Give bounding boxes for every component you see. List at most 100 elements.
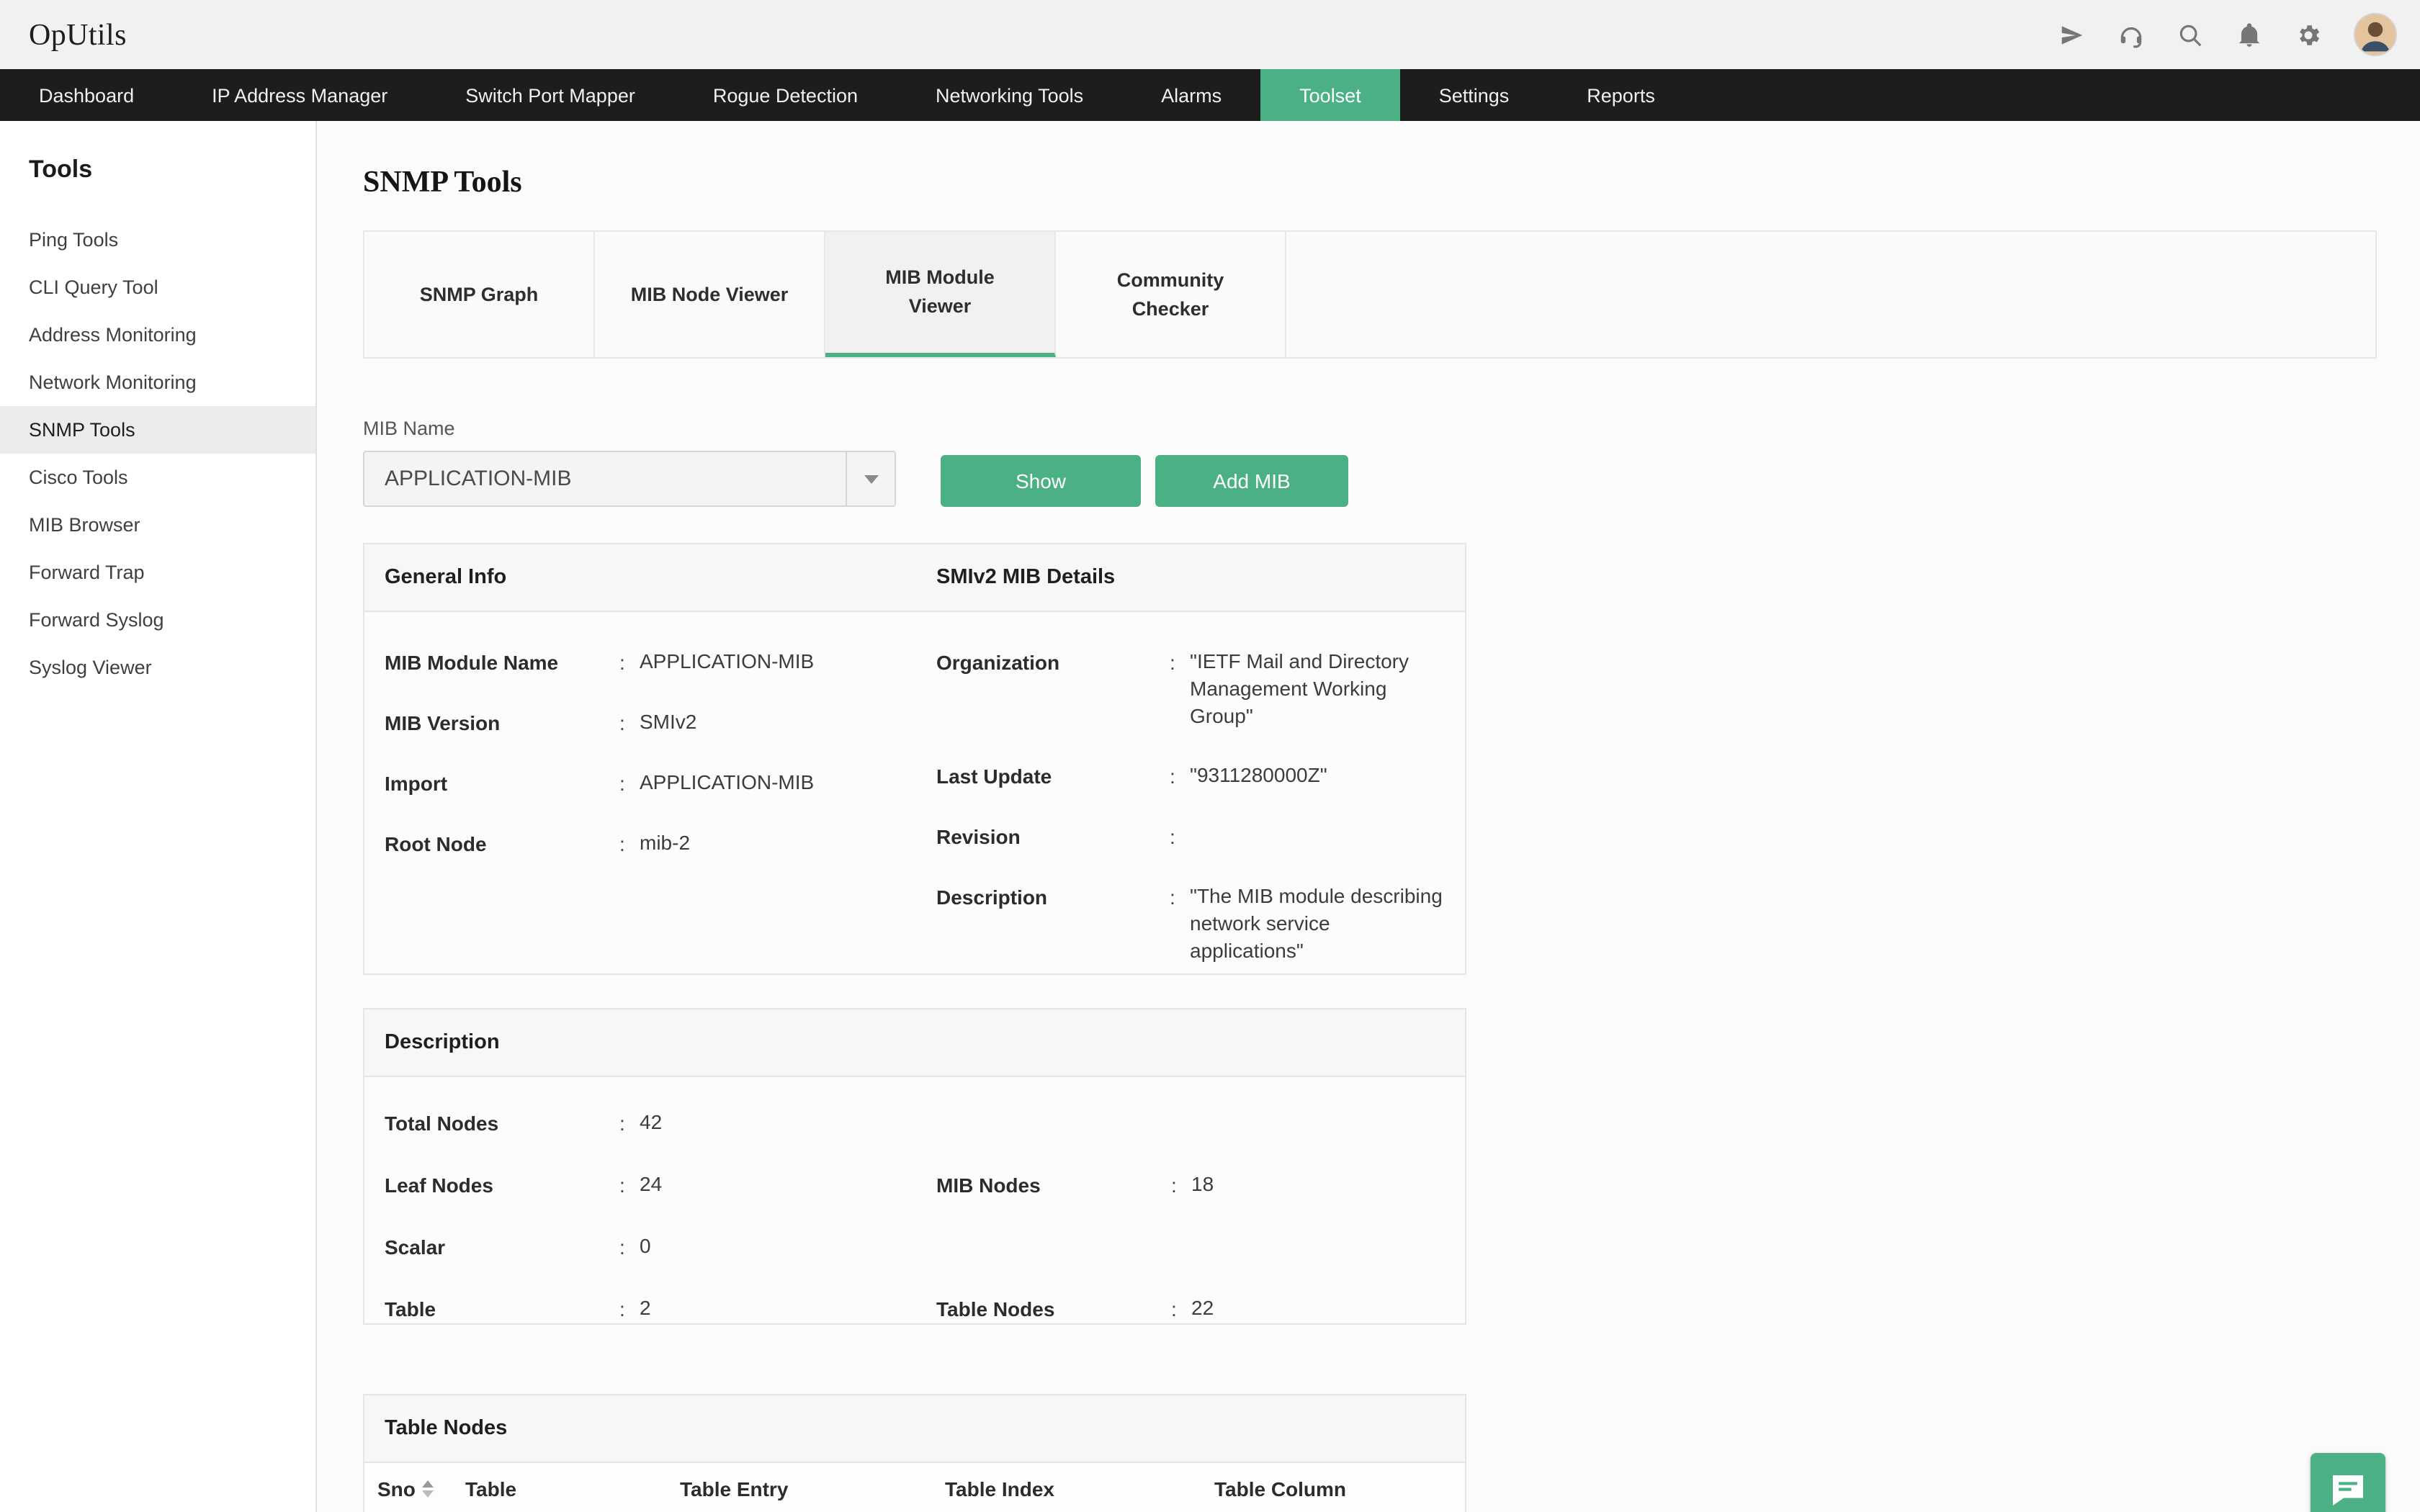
info-label: Root Node <box>385 829 619 858</box>
info-value: 24 <box>640 1171 936 1200</box>
info-label: Total Nodes <box>385 1109 619 1138</box>
sidebar-item-forward-syslog[interactable]: Forward Syslog <box>0 596 315 644</box>
sidebar-item-network-monitoring[interactable]: Network Monitoring <box>0 359 315 406</box>
sidebar-item-mib-browser[interactable]: MIB Browser <box>0 501 315 549</box>
table-nodes-column-headers: Sno Table Table Entry Table Index Table … <box>364 1463 1465 1512</box>
tools-sidebar: Tools Ping Tools CLI Query Tool Address … <box>0 121 317 1512</box>
tab-snmp-graph[interactable]: SNMP Graph <box>364 232 595 357</box>
info-value <box>1190 822 1445 851</box>
mib-name-select[interactable]: APPLICATION-MIB <box>363 451 896 507</box>
info-value: SMIv2 <box>640 708 936 737</box>
app-window: OpUtils <box>0 0 2420 1512</box>
nav-item-dashboard[interactable]: Dashboard <box>0 69 173 121</box>
layout: Tools Ping Tools CLI Query Tool Address … <box>0 121 2420 1512</box>
colon: : <box>1171 1171 1191 1200</box>
sidebar-item-cli-query-tool[interactable]: CLI Query Tool <box>0 264 315 311</box>
avatar[interactable] <box>2354 13 2397 56</box>
nav-item-ip-address-manager[interactable]: IP Address Manager <box>173 69 426 121</box>
nav-item-alarms[interactable]: Alarms <box>1122 69 1260 121</box>
mib-name-selected-value: APPLICATION-MIB <box>364 452 846 505</box>
desc-row-scalar: Scalar : 0 <box>364 1233 1465 1261</box>
info-label: Leaf Nodes <box>385 1171 619 1200</box>
general-info-panel: General Info SMIv2 MIB Details MIB Modul… <box>363 543 1466 975</box>
colon: : <box>619 1171 640 1200</box>
info-row-mib-module-name: MIB Module Name : APPLICATION-MIB <box>385 648 936 677</box>
colon: : <box>619 648 640 677</box>
general-info-header: General Info SMIv2 MIB Details <box>364 544 1465 612</box>
info-row-revision: Revision : <box>936 822 1445 851</box>
sidebar-item-snmp-tools[interactable]: SNMP Tools <box>0 406 315 454</box>
colon: : <box>619 1233 640 1261</box>
chevron-down-icon[interactable] <box>846 452 895 505</box>
info-row-organization: Organization : "IETF Mail and Directory … <box>936 648 1445 730</box>
info-value: "9311280000Z" <box>1190 762 1445 791</box>
nav-item-settings[interactable]: Settings <box>1400 69 1549 121</box>
column-header-table-index: Table Index <box>932 1477 1201 1500</box>
info-value: 42 <box>640 1109 936 1138</box>
table-nodes-header: Table Nodes <box>364 1395 1465 1463</box>
colon: : <box>619 1295 640 1323</box>
feedback-chat-button[interactable] <box>2311 1453 2385 1512</box>
general-info-column: MIB Module Name : APPLICATION-MIB MIB Ve… <box>364 648 936 975</box>
smiv2-details-column: Organization : "IETF Mail and Directory … <box>936 648 1465 975</box>
description-panel: Description Total Nodes : 42 Leaf Nodes <box>363 1008 1466 1325</box>
chat-icon <box>2328 1470 2368 1511</box>
mib-form-row: APPLICATION-MIB Show Add MIB <box>363 451 2420 507</box>
nav-item-networking-tools[interactable]: Networking Tools <box>897 69 1122 121</box>
sidebar-item-address-monitoring[interactable]: Address Monitoring <box>0 311 315 359</box>
info-label: Scalar <box>385 1233 619 1261</box>
topbar-actions <box>2058 13 2397 56</box>
info-label: Import <box>385 769 619 798</box>
colon: : <box>1170 648 1190 730</box>
info-row-last-update: Last Update : "9311280000Z" <box>936 762 1445 791</box>
show-button[interactable]: Show <box>941 455 1141 507</box>
sidebar-item-forward-trap[interactable]: Forward Trap <box>0 549 315 596</box>
description-title: Description <box>364 1031 936 1054</box>
info-value: APPLICATION-MIB <box>640 648 936 677</box>
info-label: MIB Nodes <box>936 1171 1171 1200</box>
info-row-mib-version: MIB Version : SMIv2 <box>385 708 936 737</box>
column-header-table: Table <box>452 1477 667 1500</box>
info-value: 22 <box>1191 1295 1445 1323</box>
tab-community-checker[interactable]: Community Checker <box>1056 232 1286 357</box>
sidebar-item-syslog-viewer[interactable]: Syslog Viewer <box>0 644 315 691</box>
nav-item-reports[interactable]: Reports <box>1548 69 1694 121</box>
sidebar-title: Tools <box>0 156 315 184</box>
info-value: "The MIB module describing network servi… <box>1190 883 1445 965</box>
nav-item-toolset[interactable]: Toolset <box>1260 69 1400 121</box>
info-value: 2 <box>640 1295 936 1323</box>
sidebar-item-cisco-tools[interactable]: Cisco Tools <box>0 454 315 501</box>
sort-icon[interactable] <box>423 1480 434 1498</box>
desc-row-table-nodes: Table : 2 Table Nodes : 22 <box>364 1295 1465 1323</box>
tab-mib-module-viewer[interactable]: MIB Module Viewer <box>825 232 1056 357</box>
nav-item-rogue-detection[interactable]: Rogue Detection <box>674 69 897 121</box>
description-header: Description <box>364 1009 1465 1077</box>
column-header-sno[interactable]: Sno <box>364 1477 452 1500</box>
description-body: Total Nodes : 42 Leaf Nodes : 24 MIB Nod… <box>364 1077 1465 1323</box>
mib-name-label: MIB Name <box>363 416 2420 442</box>
paper-plane-icon[interactable] <box>2058 21 2086 48</box>
info-value: 0 <box>640 1233 936 1261</box>
gear-icon[interactable] <box>2295 21 2322 48</box>
nav-item-switch-port-mapper[interactable]: Switch Port Mapper <box>426 69 674 121</box>
info-value: mib-2 <box>640 829 936 858</box>
column-header-table-entry: Table Entry <box>667 1477 932 1500</box>
info-label: Last Update <box>936 762 1170 791</box>
info-value: "IETF Mail and Directory Management Work… <box>1190 648 1445 730</box>
tab-mib-node-viewer[interactable]: MIB Node Viewer <box>595 232 825 357</box>
info-label: Table <box>385 1295 619 1323</box>
headset-icon[interactable] <box>2118 21 2145 48</box>
search-icon[interactable] <box>2177 21 2204 48</box>
add-mib-button[interactable]: Add MIB <box>1155 455 1348 507</box>
info-row-import: Import : APPLICATION-MIB <box>385 769 936 798</box>
smiv2-details-title: SMIv2 MIB Details <box>936 566 1115 589</box>
colon: : <box>619 829 640 858</box>
general-info-title: General Info <box>364 566 936 589</box>
snmp-tool-tabs: SNMP Graph MIB Node Viewer MIB Module Vi… <box>363 230 2377 359</box>
colon: : <box>619 708 640 737</box>
bell-icon[interactable] <box>2236 21 2263 48</box>
colon: : <box>619 1109 640 1138</box>
sidebar-item-ping-tools[interactable]: Ping Tools <box>0 216 315 264</box>
colon: : <box>619 769 640 798</box>
colon: : <box>1171 1295 1191 1323</box>
